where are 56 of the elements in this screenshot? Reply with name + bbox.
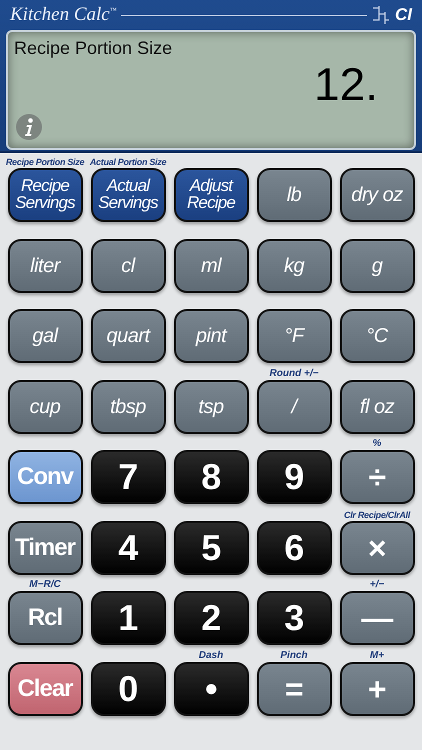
key-caption: Recipe Portion Size [6,158,84,167]
calculator-key[interactable]: liter [8,238,82,292]
key-caption: +/− [370,580,384,590]
brand-logo: Kitchen Calc$^{™}$ [10,4,117,26]
calculator-key[interactable]: = [256,662,332,716]
calculator-key[interactable]: °C [340,309,414,363]
calculator-key[interactable]: 5 [174,520,248,574]
calculator-key[interactable]: 3 [256,591,332,645]
calculator-key[interactable]: + [340,662,414,716]
calculator-key[interactable]: 1 [90,591,166,645]
circuit-icon [371,4,391,26]
calculator-key[interactable]: — [340,591,414,645]
calculator-key[interactable]: g [340,238,414,292]
calculator-key[interactable]: °F [256,309,332,363]
calculator-key[interactable]: • [174,662,248,716]
calculator-key[interactable]: ÷ [340,450,414,504]
calculator-key[interactable]: cup [8,380,82,434]
calculator-key[interactable]: 8 [174,450,248,504]
calculator-key[interactable]: dry oz [340,168,414,222]
key-caption: Round +/− [270,368,318,378]
calculator-key[interactable]: 2 [174,591,248,645]
calculator-key[interactable]: fl oz [340,380,414,434]
calculator-key[interactable]: × [340,520,414,574]
calculator-key[interactable]: gal [8,309,82,363]
calculator-key[interactable]: Recipe Servings [8,168,82,222]
calculator-key[interactable]: lb [256,168,332,222]
display-value: 12. [314,61,378,107]
info-icon[interactable] [15,113,43,141]
key-caption: M−R/C [29,580,61,590]
calculator-key[interactable]: Clear [8,662,82,716]
calculator-key[interactable]: 4 [90,520,166,574]
calculator-key[interactable]: 6 [256,520,332,574]
calculator-key[interactable]: quart [90,309,166,363]
key-caption: % [372,439,382,449]
maker-logo: CI [395,5,412,25]
calculator-key[interactable]: Adjust Recipe [174,168,248,222]
calculator-key[interactable]: kg [256,238,332,292]
calculator-key[interactable]: Timer [8,520,82,574]
key-caption: Clr Recipe/ClrAll [344,510,410,520]
calculator-key[interactable]: tsp [174,380,248,434]
calculator-key[interactable]: / [256,380,332,434]
calculator-key[interactable]: Actual Servings [90,168,166,222]
calculator-key[interactable]: ml [174,238,248,292]
calculator-key[interactable]: pint [174,309,248,363]
display-label: Recipe Portion Size [14,38,172,59]
calculator-key[interactable]: 7 [90,450,166,504]
calculator-key[interactable]: tbsp [90,380,166,434]
key-caption: Dash [198,650,224,660]
calculator-key[interactable]: 9 [256,450,332,504]
calculator-key[interactable]: cl [90,238,166,292]
calculator-key[interactable]: Conv [8,450,82,504]
key-caption: Pinch [280,650,308,660]
calculator-key[interactable]: 0 [90,662,166,716]
key-caption: Actual Portion Size [90,158,166,167]
key-caption: M+ [370,650,384,660]
calculator-key[interactable]: Rcl [8,591,82,645]
